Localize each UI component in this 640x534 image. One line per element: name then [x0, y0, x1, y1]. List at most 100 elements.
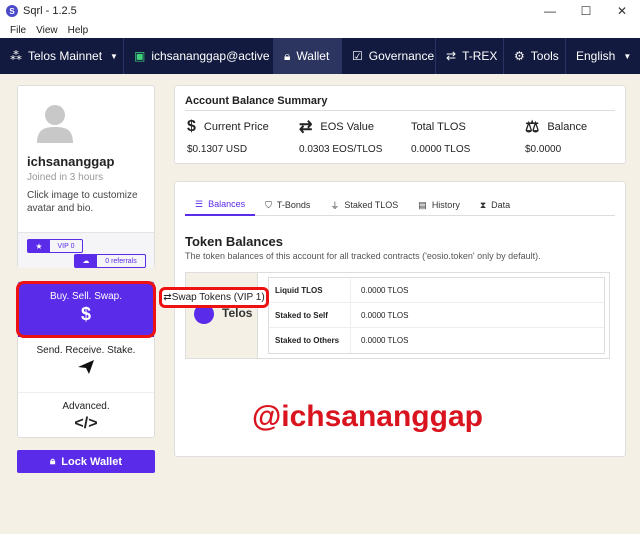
token-balance-table: Liquid TLOS 0.0000 TLOS Staked to Self 0…: [268, 277, 605, 354]
eos-value-value: 0.0303 EOS/TLOS: [299, 144, 383, 155]
swap-tokens-popup[interactable]: ⇄ Swap Tokens (VIP 1): [159, 287, 269, 308]
current-price-label: Current Price: [203, 121, 269, 133]
vip-badge[interactable]: ★ VIP 0: [27, 239, 83, 253]
account-label: ichsananggap@active: [151, 49, 270, 63]
balance-label: Balance: [547, 121, 588, 133]
exchange-icon: ⇄: [163, 292, 172, 303]
users-icon: ☁: [75, 255, 97, 267]
token-name: Telos: [222, 306, 253, 320]
chevron-down-icon: ▼: [110, 51, 118, 61]
tab-data[interactable]: ⧗ Data: [470, 194, 520, 216]
window-title: Sqrl - 1.2.5: [23, 5, 77, 17]
vip-label: VIP 0: [57, 242, 75, 250]
profile-joined: Joined in 3 hours: [27, 172, 104, 183]
table-row: Staked to Others 0.0000 TLOS: [269, 328, 604, 353]
balance-summary-card: Account Balance Summary $ Current Price …: [174, 85, 626, 164]
chevron-down-icon: ▼: [623, 51, 632, 61]
token-row-telos: Telos Liquid TLOS 0.0000 TLOS Staked to …: [185, 272, 610, 359]
list-icon: ☰: [195, 198, 204, 209]
row-value: 0.0000 TLOS: [361, 285, 409, 295]
language-selector[interactable]: English ▼: [566, 38, 640, 74]
referrals-label: 0 referrals: [105, 257, 137, 265]
menu-bar: File View Help: [0, 22, 640, 38]
nav-trex-label: T-REX: [462, 49, 498, 63]
menu-view[interactable]: View: [36, 25, 58, 36]
token-balances-subtitle: The token balances of this account for a…: [185, 251, 541, 261]
tab-history[interactable]: ▤ History: [408, 194, 470, 216]
swap-tokens-label: Swap Tokens (VIP 1): [171, 292, 265, 303]
nav-governance-label: Governance: [368, 49, 435, 63]
nav-trex[interactable]: ⇄ T-REX: [436, 38, 504, 74]
watermark-text: @ichsananggap: [252, 400, 483, 433]
nav-wallet-label: Wallet: [296, 49, 330, 63]
gear-icon: ⚙: [514, 49, 525, 63]
balances-tabs: ☰ Balances ⛉ T-Bonds ⏚ Staked TLOS ▤ His…: [185, 194, 615, 216]
row-value: 0.0000 TLOS: [361, 336, 409, 345]
checkbox-icon: ☑: [352, 49, 363, 63]
nav-wallet[interactable]: 🔒︎ Wallet: [274, 38, 342, 74]
table-row: Liquid TLOS 0.0000 TLOS: [269, 277, 604, 303]
total-tlos-value: 0.0000 TLOS: [411, 144, 471, 155]
nav-governance[interactable]: ☑ Governance: [342, 38, 436, 74]
account-selector[interactable]: ▣ ichsananggap@active ▼: [124, 38, 286, 74]
avatar[interactable]: [31, 99, 79, 143]
star-icon: ★: [28, 240, 50, 252]
lock-wallet-label: Lock Wallet: [61, 455, 123, 468]
paper-plane-icon: [18, 359, 154, 380]
tab-balances[interactable]: ☰ Balances: [185, 194, 256, 216]
code-icon: </>: [74, 415, 98, 432]
metric-eos-value: ⇄ EOS Value 0.0303 EOS/TLOS: [299, 118, 382, 155]
metric-current-price: $ Current Price $0.1307 USD: [187, 118, 269, 155]
network-icon: ⁂: [10, 49, 22, 63]
lock-icon: 🔒︎: [49, 456, 56, 467]
send-receive-stake-label: Send. Receive. Stake.: [36, 345, 136, 356]
scale-icon: ⚖: [525, 119, 540, 136]
account-card-icon: ▣: [134, 49, 146, 63]
highlight-frame: [16, 281, 156, 338]
dollar-icon: $: [187, 118, 196, 135]
advanced-label: Advanced.: [62, 401, 110, 412]
window-controls: — ☐ ✕: [532, 0, 640, 22]
profile-card: ichsananggap Joined in 3 hours Click ima…: [17, 85, 155, 268]
network-label: Telos Mainnet: [28, 49, 103, 63]
minimize-button[interactable]: —: [532, 0, 568, 22]
token-identity: Telos: [186, 273, 258, 358]
book-icon: ▤: [418, 199, 427, 210]
language-label: English: [576, 49, 616, 63]
window-titlebar: S Sqrl - 1.2.5 — ☐ ✕: [0, 0, 640, 22]
send-receive-stake-button[interactable]: Send. Receive. Stake.: [18, 339, 154, 391]
shield-icon: ⛉: [265, 199, 272, 210]
balance-value: $0.0000: [525, 144, 562, 155]
tab-staked-tlos[interactable]: ⏚ Staked TLOS: [320, 194, 408, 216]
close-button[interactable]: ✕: [604, 0, 640, 22]
exchange-icon: ⇄: [446, 49, 457, 63]
row-label: Staked to Self: [269, 302, 351, 328]
metric-total-tlos: Total TLOS 0.0000 TLOS: [411, 118, 470, 155]
summary-title: Account Balance Summary: [185, 95, 328, 107]
plug-icon: ⏚: [330, 200, 340, 211]
lock-wallet-button[interactable]: 🔒︎ Lock Wallet: [17, 450, 155, 473]
maximize-button[interactable]: ☐: [568, 0, 604, 22]
tab-t-bonds[interactable]: ⛉ T-Bonds: [255, 194, 320, 216]
profile-hint: Click image to customize avatar and bio.: [27, 190, 138, 214]
profile-username: ichsananggap: [27, 154, 115, 169]
app-logo-icon: S: [6, 5, 18, 17]
nav-tools-label: Tools: [530, 49, 559, 63]
profile-badges: ★ VIP 0 ☁ 0 referrals: [18, 232, 154, 268]
row-value: 0.0000 TLOS: [361, 310, 409, 320]
current-price-value: $0.1307 USD: [187, 144, 248, 155]
row-label: Liquid TLOS: [269, 277, 351, 303]
network-selector[interactable]: ⁂ Telos Mainnet ▼: [0, 38, 124, 74]
referrals-badge[interactable]: ☁ 0 referrals: [74, 254, 146, 268]
menu-file[interactable]: File: [10, 25, 26, 36]
top-navbar: ⁂ Telos Mainnet ▼ ▣ ichsananggap@active …: [0, 38, 640, 74]
exchange-icon: ⇄: [299, 119, 313, 136]
advanced-button[interactable]: Advanced. </>: [18, 392, 154, 437]
metric-balance: ⚖ Balance $0.0000: [525, 118, 587, 155]
row-label: Staked to Others: [269, 328, 351, 353]
eos-value-label: EOS Value: [320, 121, 375, 133]
token-balances-title: Token Balances: [185, 234, 284, 249]
nav-tools[interactable]: ⚙ Tools: [504, 38, 566, 74]
menu-help[interactable]: Help: [68, 25, 89, 36]
total-tlos-label: Total TLOS: [411, 121, 466, 133]
